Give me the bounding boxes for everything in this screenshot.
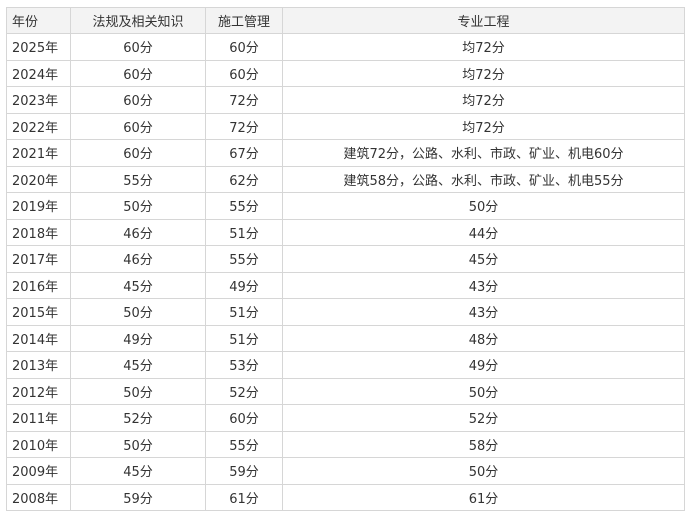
table-row: 2018年 46分 51分 44分 — [6, 218, 685, 246]
cell-practice-score: 58分 — [282, 430, 685, 458]
cell-practice-score: 建筑58分，公路、水利、市政、矿业、机电55分 — [282, 165, 685, 193]
cell-law-score: 46分 — [70, 218, 206, 246]
cell-management-score: 67分 — [205, 139, 283, 167]
cell-law-score: 60分 — [70, 112, 206, 140]
cell-law-score: 60分 — [70, 139, 206, 167]
table-row: 2008年 59分 61分 61分 — [6, 483, 685, 511]
cell-year: 2011年 — [6, 404, 71, 432]
table-row: 2024年 60分 60分 均72分 — [6, 59, 685, 87]
cell-law-score: 50分 — [70, 298, 206, 326]
cell-practice-score: 均72分 — [282, 59, 685, 87]
cell-law-score: 59分 — [70, 483, 206, 511]
cell-year: 2015年 — [6, 298, 71, 326]
cell-management-score: 60分 — [205, 404, 283, 432]
cell-law-score: 46分 — [70, 245, 206, 273]
table-row: 2009年 45分 59分 50分 — [6, 457, 685, 485]
cell-law-score: 50分 — [70, 192, 206, 220]
cell-year: 2019年 — [6, 192, 71, 220]
cell-law-score: 50分 — [70, 377, 206, 405]
cell-year: 2008年 — [6, 483, 71, 511]
cell-management-score: 51分 — [205, 218, 283, 246]
cell-law-score: 45分 — [70, 351, 206, 379]
cell-management-score: 72分 — [205, 112, 283, 140]
cell-practice-score: 50分 — [282, 457, 685, 485]
cell-year: 2022年 — [6, 112, 71, 140]
table-header: 年份 法规及相关知识 施工管理 专业工程 — [6, 7, 685, 34]
cell-practice-score: 均72分 — [282, 112, 685, 140]
cell-year: 2023年 — [6, 86, 71, 114]
cell-practice-score: 建筑72分，公路、水利、市政、矿业、机电60分 — [282, 139, 685, 167]
cell-year: 2009年 — [6, 457, 71, 485]
cell-practice-score: 50分 — [282, 377, 685, 405]
cell-management-score: 52分 — [205, 377, 283, 405]
table-row: 2013年 45分 53分 49分 — [6, 351, 685, 379]
cell-management-score: 59分 — [205, 457, 283, 485]
cell-practice-score: 48分 — [282, 324, 685, 352]
cell-management-score: 55分 — [205, 245, 283, 273]
cell-management-score: 55分 — [205, 192, 283, 220]
cell-management-score: 49分 — [205, 271, 283, 299]
cell-year: 2025年 — [6, 33, 71, 61]
cell-practice-score: 52分 — [282, 404, 685, 432]
cell-law-score: 60分 — [70, 33, 206, 61]
cell-practice-score: 44分 — [282, 218, 685, 246]
cell-year: 2013年 — [6, 351, 71, 379]
header-row: 年份 法规及相关知识 施工管理 专业工程 — [6, 7, 685, 34]
table-row: 2012年 50分 52分 50分 — [6, 377, 685, 405]
cell-practice-score: 43分 — [282, 298, 685, 326]
cell-law-score: 49分 — [70, 324, 206, 352]
cell-management-score: 51分 — [205, 324, 283, 352]
passing-score-table: 年份 法规及相关知识 施工管理 专业工程 2025年 60分 60分 均72分 2024… — [6, 7, 685, 511]
cell-law-score: 50分 — [70, 430, 206, 458]
cell-law-score: 45分 — [70, 457, 206, 485]
table-row: 2021年 60分 67分 建筑72分，公路、水利、市政、矿业、机电60分 — [6, 139, 685, 167]
cell-law-score: 60分 — [70, 59, 206, 87]
cell-management-score: 62分 — [205, 165, 283, 193]
cell-year: 2016年 — [6, 271, 71, 299]
cell-management-score: 60分 — [205, 33, 283, 61]
table-row: 2022年 60分 72分 均72分 — [6, 112, 685, 140]
header-practice: 专业工程 — [282, 7, 685, 34]
cell-management-score: 60分 — [205, 59, 283, 87]
cell-practice-score: 45分 — [282, 245, 685, 273]
cell-management-score: 51分 — [205, 298, 283, 326]
header-year: 年份 — [6, 7, 71, 34]
cell-law-score: 52分 — [70, 404, 206, 432]
table-row: 2016年 45分 49分 43分 — [6, 271, 685, 299]
cell-year: 2024年 — [6, 59, 71, 87]
cell-year: 2020年 — [6, 165, 71, 193]
table-row: 2020年 55分 62分 建筑58分，公路、水利、市政、矿业、机电55分 — [6, 165, 685, 193]
cell-management-score: 72分 — [205, 86, 283, 114]
header-management: 施工管理 — [205, 7, 283, 34]
table-row: 2017年 46分 55分 45分 — [6, 245, 685, 273]
cell-law-score: 45分 — [70, 271, 206, 299]
cell-year: 2010年 — [6, 430, 71, 458]
cell-year: 2018年 — [6, 218, 71, 246]
cell-practice-score: 49分 — [282, 351, 685, 379]
cell-year: 2012年 — [6, 377, 71, 405]
cell-practice-score: 50分 — [282, 192, 685, 220]
cell-practice-score: 43分 — [282, 271, 685, 299]
cell-year: 2021年 — [6, 139, 71, 167]
cell-year: 2014年 — [6, 324, 71, 352]
table-row: 2023年 60分 72分 均72分 — [6, 86, 685, 114]
cell-practice-score: 61分 — [282, 483, 685, 511]
cell-management-score: 55分 — [205, 430, 283, 458]
cell-practice-score: 均72分 — [282, 86, 685, 114]
cell-practice-score: 均72分 — [282, 33, 685, 61]
table-row: 2011年 52分 60分 52分 — [6, 404, 685, 432]
table-body: 2025年 60分 60分 均72分 2024年 60分 60分 均72分 2023年 60分 72… — [6, 33, 685, 511]
cell-year: 2017年 — [6, 245, 71, 273]
cell-management-score: 61分 — [205, 483, 283, 511]
table-row: 2019年 50分 55分 50分 — [6, 192, 685, 220]
cell-management-score: 53分 — [205, 351, 283, 379]
table-row: 2014年 49分 51分 48分 — [6, 324, 685, 352]
table-row: 2010年 50分 55分 58分 — [6, 430, 685, 458]
score-table-container: 年份 法规及相关知识 施工管理 专业工程 2025年 60分 60分 均72分 2024… — [6, 7, 685, 511]
header-law: 法规及相关知识 — [70, 7, 206, 34]
table-row: 2025年 60分 60分 均72分 — [6, 33, 685, 61]
cell-law-score: 55分 — [70, 165, 206, 193]
table-row: 2015年 50分 51分 43分 — [6, 298, 685, 326]
cell-law-score: 60分 — [70, 86, 206, 114]
